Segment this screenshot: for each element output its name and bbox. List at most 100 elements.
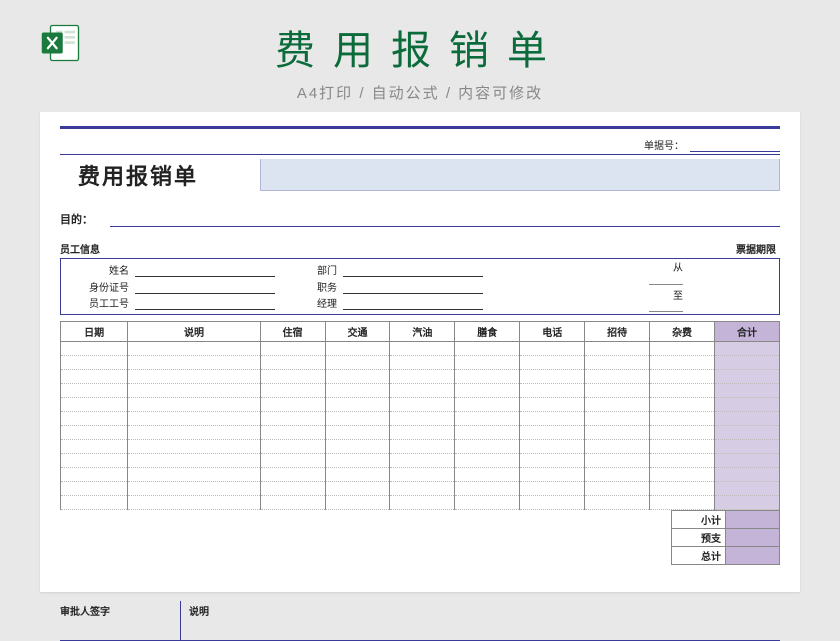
table-cell[interactable] — [260, 412, 325, 426]
table-cell[interactable] — [390, 454, 455, 468]
table-cell[interactable] — [585, 496, 650, 510]
table-cell[interactable] — [585, 412, 650, 426]
table-cell[interactable] — [715, 426, 780, 440]
table-cell[interactable] — [260, 496, 325, 510]
table-cell[interactable] — [390, 482, 455, 496]
table-cell[interactable] — [61, 426, 128, 440]
table-cell[interactable] — [325, 384, 390, 398]
table-cell[interactable] — [715, 370, 780, 384]
table-cell[interactable] — [585, 356, 650, 370]
table-cell[interactable] — [520, 398, 585, 412]
table-cell[interactable] — [128, 496, 260, 510]
table-cell[interactable] — [585, 342, 650, 356]
table-cell[interactable] — [650, 370, 715, 384]
table-cell[interactable] — [128, 426, 260, 440]
doc-number-field[interactable] — [690, 151, 780, 152]
name-field[interactable] — [135, 266, 275, 277]
table-cell[interactable] — [260, 454, 325, 468]
table-cell[interactable] — [715, 482, 780, 496]
table-cell[interactable] — [128, 468, 260, 482]
table-cell[interactable] — [585, 398, 650, 412]
table-cell[interactable] — [61, 496, 128, 510]
table-cell[interactable] — [455, 468, 520, 482]
table-cell[interactable] — [455, 440, 520, 454]
table-cell[interactable] — [715, 468, 780, 482]
table-cell[interactable] — [61, 468, 128, 482]
table-cell[interactable] — [520, 468, 585, 482]
table-cell[interactable] — [260, 440, 325, 454]
table-cell[interactable] — [650, 356, 715, 370]
table-cell[interactable] — [61, 370, 128, 384]
table-cell[interactable] — [455, 426, 520, 440]
table-cell[interactable] — [325, 440, 390, 454]
table-cell[interactable] — [61, 412, 128, 426]
table-cell[interactable] — [325, 482, 390, 496]
table-cell[interactable] — [650, 482, 715, 496]
table-cell[interactable] — [520, 454, 585, 468]
table-cell[interactable] — [650, 342, 715, 356]
table-cell[interactable] — [61, 482, 128, 496]
table-cell[interactable] — [585, 384, 650, 398]
table-cell[interactable] — [260, 384, 325, 398]
table-cell[interactable] — [61, 440, 128, 454]
table-cell[interactable] — [585, 482, 650, 496]
table-cell[interactable] — [128, 370, 260, 384]
advance-value[interactable] — [726, 529, 780, 547]
table-cell[interactable] — [390, 412, 455, 426]
table-cell[interactable] — [455, 356, 520, 370]
table-cell[interactable] — [390, 356, 455, 370]
table-cell[interactable] — [715, 356, 780, 370]
table-cell[interactable] — [325, 370, 390, 384]
table-cell[interactable] — [128, 440, 260, 454]
table-cell[interactable] — [260, 356, 325, 370]
table-cell[interactable] — [715, 342, 780, 356]
table-cell[interactable] — [260, 398, 325, 412]
table-cell[interactable] — [260, 370, 325, 384]
table-cell[interactable] — [325, 342, 390, 356]
table-cell[interactable] — [260, 342, 325, 356]
table-cell[interactable] — [650, 412, 715, 426]
table-cell[interactable] — [325, 496, 390, 510]
table-cell[interactable] — [585, 454, 650, 468]
table-cell[interactable] — [650, 440, 715, 454]
table-cell[interactable] — [128, 384, 260, 398]
table-cell[interactable] — [260, 482, 325, 496]
signature-note-field[interactable] — [221, 603, 780, 641]
table-cell[interactable] — [520, 384, 585, 398]
table-cell[interactable] — [61, 356, 128, 370]
period-to-field[interactable] — [649, 302, 683, 312]
table-cell[interactable] — [585, 440, 650, 454]
purpose-field[interactable] — [110, 215, 780, 227]
table-cell[interactable] — [520, 412, 585, 426]
table-cell[interactable] — [390, 342, 455, 356]
table-cell[interactable] — [650, 426, 715, 440]
table-cell[interactable] — [520, 342, 585, 356]
table-cell[interactable] — [715, 384, 780, 398]
table-cell[interactable] — [650, 398, 715, 412]
table-cell[interactable] — [585, 426, 650, 440]
table-cell[interactable] — [715, 440, 780, 454]
manager-field[interactable] — [343, 299, 483, 310]
table-cell[interactable] — [390, 496, 455, 510]
table-cell[interactable] — [325, 356, 390, 370]
table-cell[interactable] — [455, 412, 520, 426]
table-cell[interactable] — [325, 398, 390, 412]
table-cell[interactable] — [61, 398, 128, 412]
empno-field[interactable] — [135, 299, 275, 310]
table-cell[interactable] — [128, 412, 260, 426]
table-cell[interactable] — [390, 440, 455, 454]
table-cell[interactable] — [455, 398, 520, 412]
table-cell[interactable] — [325, 468, 390, 482]
table-cell[interactable] — [520, 356, 585, 370]
table-cell[interactable] — [520, 482, 585, 496]
table-cell[interactable] — [585, 370, 650, 384]
table-cell[interactable] — [128, 482, 260, 496]
table-cell[interactable] — [128, 356, 260, 370]
table-cell[interactable] — [390, 384, 455, 398]
table-cell[interactable] — [455, 496, 520, 510]
table-cell[interactable] — [520, 440, 585, 454]
table-cell[interactable] — [455, 482, 520, 496]
table-cell[interactable] — [650, 496, 715, 510]
table-cell[interactable] — [455, 342, 520, 356]
table-cell[interactable] — [260, 468, 325, 482]
